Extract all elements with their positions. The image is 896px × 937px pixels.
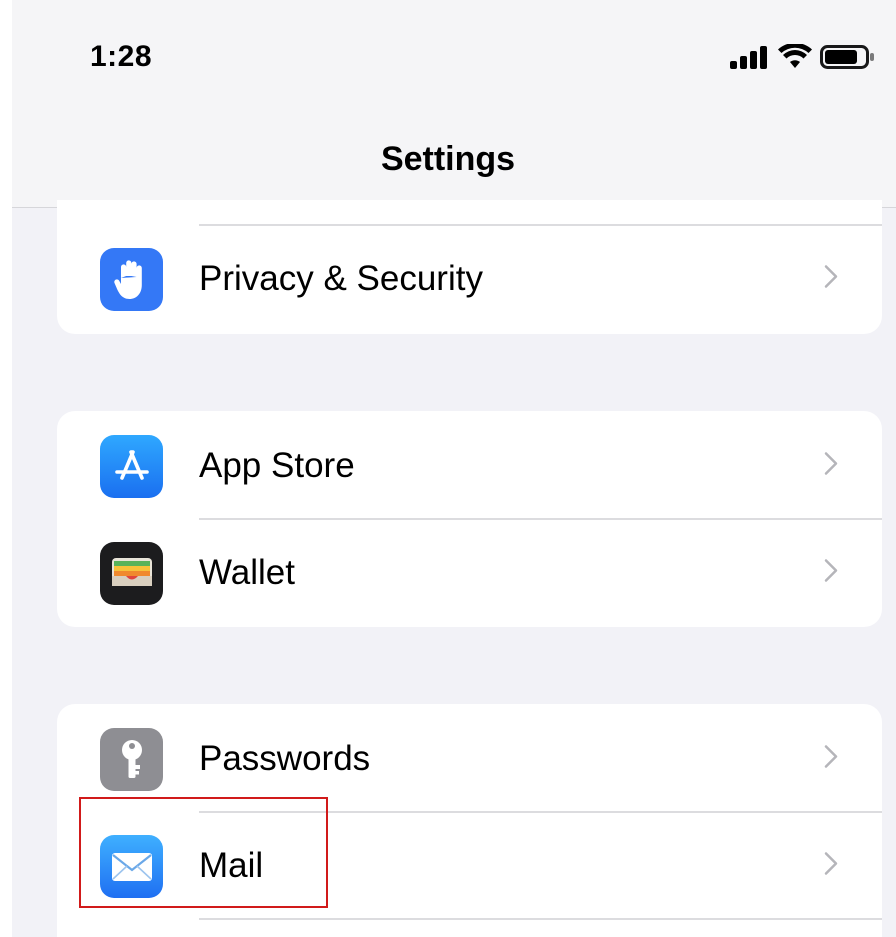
page-title: Settings [380, 140, 516, 178]
settings-row-label: Passwords [199, 739, 371, 778]
settings-row-label: Wallet [199, 553, 295, 592]
settings-row-wallet[interactable]: Wallet [57, 520, 882, 626]
cellular-signal-icon [728, 45, 770, 74]
settings-row-app-store[interactable]: App Store [57, 413, 882, 519]
hand-icon [100, 248, 163, 311]
key-icon [100, 728, 163, 791]
chevron-right-icon [824, 265, 838, 294]
wallet-icon [100, 542, 163, 605]
settings-group-privacy: Privacy & Security [57, 200, 882, 334]
status-icons [728, 42, 876, 76]
chevron-right-icon [824, 452, 838, 481]
highlight-box [79, 797, 328, 908]
settings-row-label: Privacy & Security [199, 259, 483, 298]
settings-group-store: App Store Wallet [57, 411, 882, 627]
settings-row-privacy-security[interactable]: Privacy & Security [57, 226, 882, 332]
wifi-icon [778, 42, 812, 75]
row-divider [199, 918, 882, 920]
battery-icon [820, 43, 876, 76]
chevron-right-icon [824, 559, 838, 588]
chevron-right-icon [824, 745, 838, 774]
settings-row-label: App Store [199, 446, 355, 485]
chevron-right-icon [824, 852, 838, 881]
status-time: 1:28 [90, 40, 153, 73]
app-store-icon [100, 435, 163, 498]
